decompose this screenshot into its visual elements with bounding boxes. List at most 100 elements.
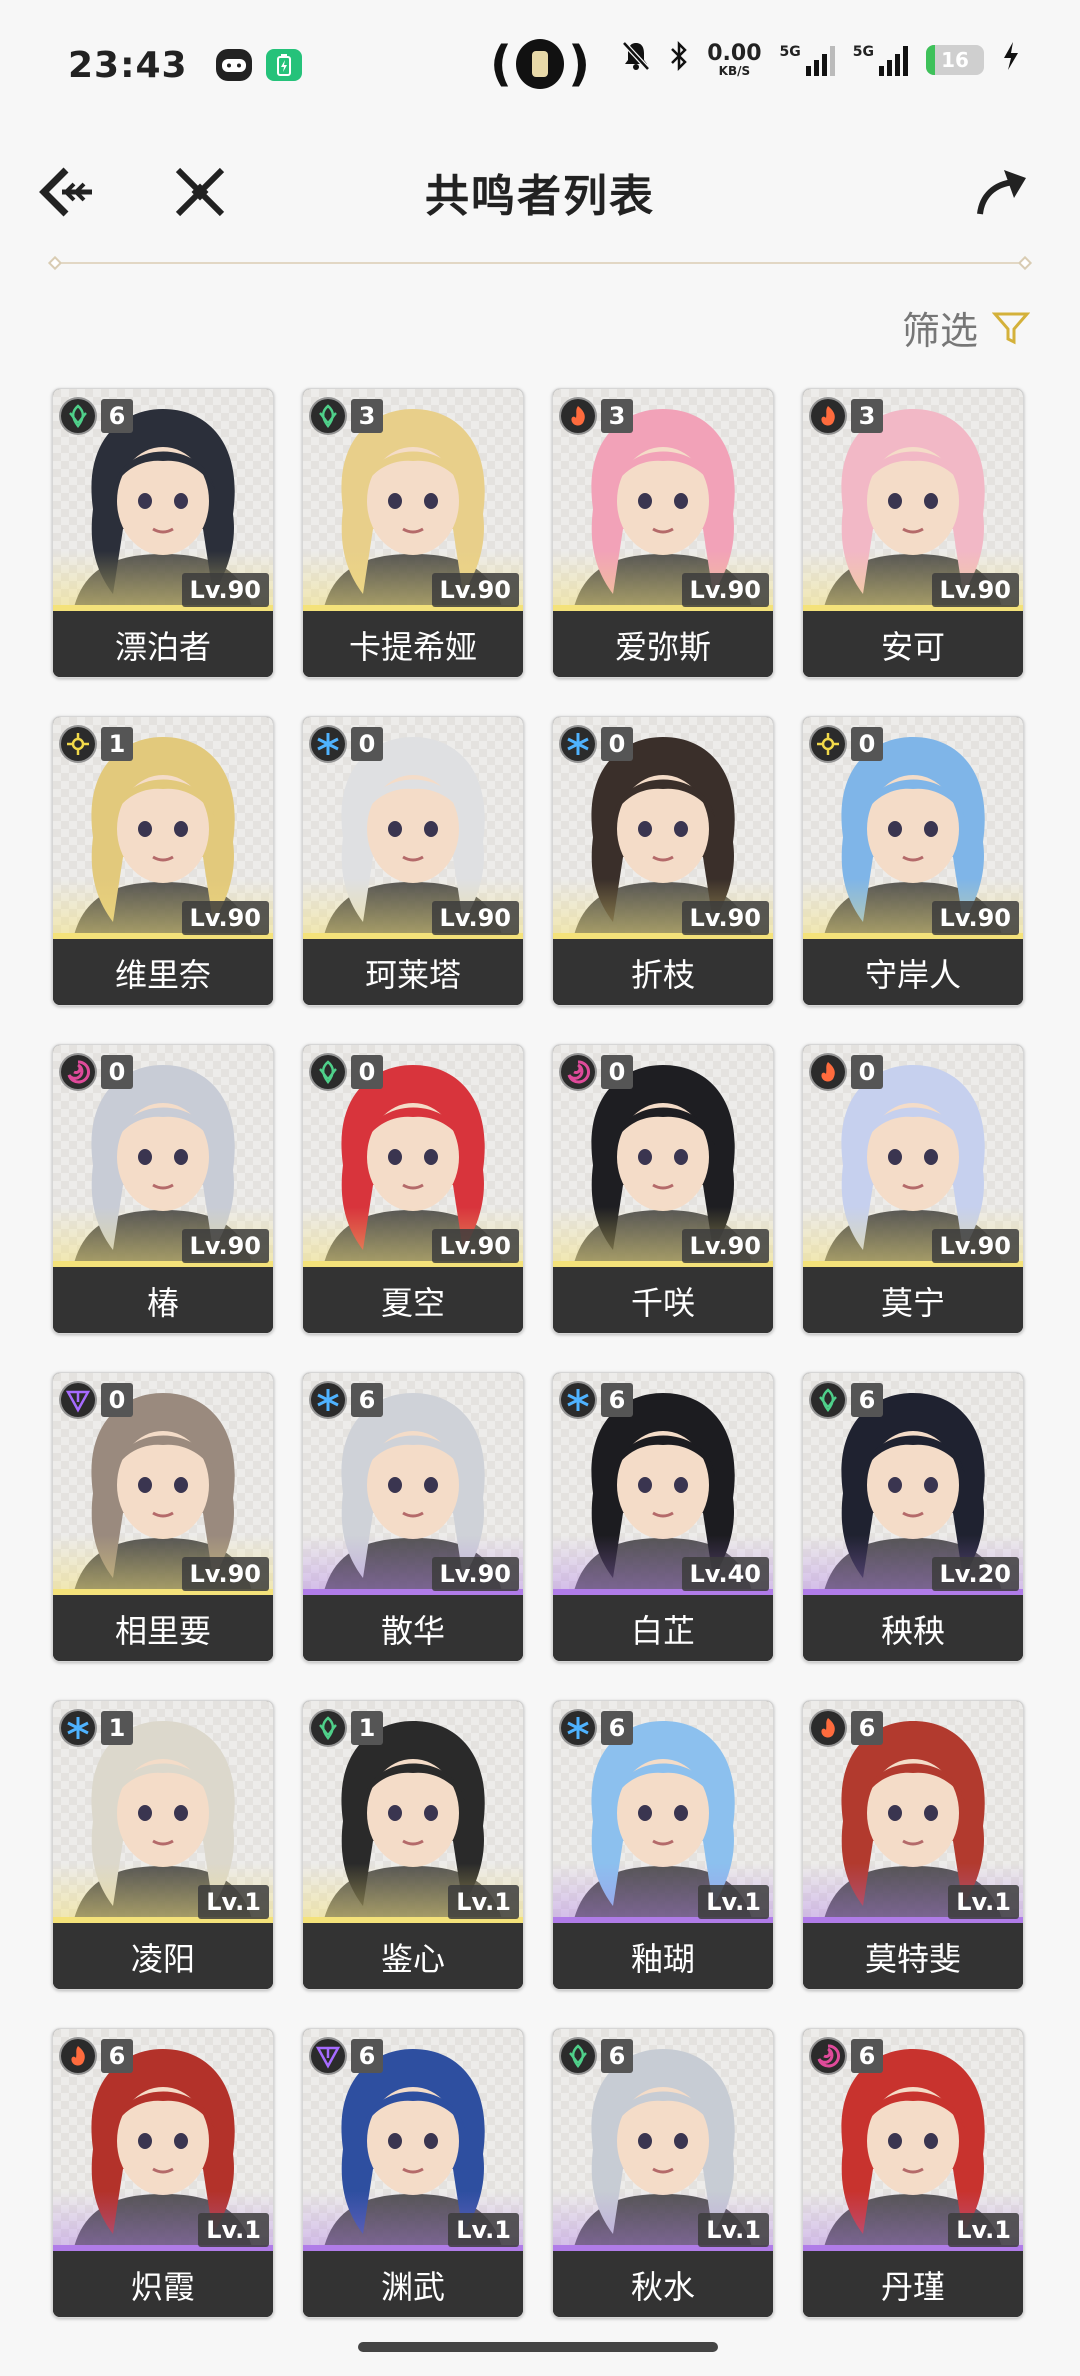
sequence-badge: 0	[101, 1055, 133, 1089]
character-name: 散华	[303, 1595, 523, 1661]
level-badge: Lv.90	[181, 1229, 269, 1263]
share-arrow-icon	[977, 170, 1026, 215]
electro-element-icon	[59, 1381, 97, 1419]
character-name: 维里奈	[53, 939, 273, 1005]
character-card[interactable]: 6 Lv.1 秋水	[552, 2028, 774, 2318]
character-card[interactable]: 3 Lv.90 卡提希娅	[302, 388, 524, 678]
character-card[interactable]: 3 Lv.90 安可	[802, 388, 1024, 678]
character-name: 折枝	[553, 939, 773, 1005]
character-name: 守岸人	[803, 939, 1023, 1005]
glacio-element-icon	[559, 1381, 597, 1419]
level-badge: Lv.1	[948, 2213, 1019, 2247]
flashlight-island[interactable]: ( )	[490, 34, 590, 94]
level-badge: Lv.20	[931, 1557, 1019, 1591]
net-speed-value: 0.00	[707, 41, 762, 66]
character-card[interactable]: 6 Lv.1 莫特斐	[802, 1700, 1024, 1990]
sequence-badge: 6	[601, 2039, 633, 2073]
character-name: 鉴心	[303, 1923, 523, 1989]
sequence-badge: 0	[851, 727, 883, 761]
charging-icon	[1002, 41, 1020, 79]
character-card[interactable]: 0 Lv.90 珂莱塔	[302, 716, 524, 1006]
flashlight-icon	[515, 39, 565, 89]
character-name: 莫宁	[803, 1267, 1023, 1333]
glacio-element-icon	[59, 1709, 97, 1747]
fusion-element-icon	[809, 1053, 847, 1091]
level-badge: Lv.1	[448, 2213, 519, 2247]
sequence-badge: 6	[851, 1383, 883, 1417]
character-card[interactable]: 6 Lv.90 散华	[302, 1372, 524, 1662]
sequence-badge: 3	[351, 399, 383, 433]
character-name: 爱弥斯	[553, 611, 773, 677]
fusion-element-icon	[809, 397, 847, 435]
character-card[interactable]: 6 Lv.1 炽霞	[52, 2028, 274, 2318]
glacio-element-icon	[309, 725, 347, 763]
character-card[interactable]: 6 Lv.1 釉瑚	[552, 1700, 774, 1990]
character-card[interactable]: 0 Lv.90 相里要	[52, 1372, 274, 1662]
character-card[interactable]: 0 Lv.90 守岸人	[802, 716, 1024, 1006]
signal-2-icon: 5G	[853, 44, 908, 76]
sequence-badge: 1	[351, 1711, 383, 1745]
level-badge: Lv.90	[431, 573, 519, 607]
character-card[interactable]: 0 Lv.90 千咲	[552, 1044, 774, 1334]
island-bracket-left: (	[490, 36, 512, 92]
character-name: 椿	[53, 1267, 273, 1333]
sequence-badge: 6	[351, 2039, 383, 2073]
status-time: 23:43	[68, 44, 188, 86]
character-card[interactable]: 6 Lv.1 渊武	[302, 2028, 524, 2318]
character-card[interactable]: 6 Lv.40 白芷	[552, 1372, 774, 1662]
sequence-badge: 0	[351, 727, 383, 761]
level-badge: Lv.1	[448, 1885, 519, 1919]
character-card[interactable]: 0 Lv.90 折枝	[552, 716, 774, 1006]
filter-button[interactable]: 筛选	[902, 300, 1030, 355]
share-button[interactable]	[970, 160, 1034, 224]
character-card[interactable]: 0 Lv.90 莫宁	[802, 1044, 1024, 1334]
level-badge: Lv.90	[431, 1557, 519, 1591]
sequence-badge: 0	[601, 727, 633, 761]
level-badge: Lv.1	[198, 2213, 269, 2247]
net-speed-unit: KB/S	[718, 64, 751, 78]
level-badge: Lv.1	[698, 1885, 769, 1919]
sequence-badge: 6	[101, 2039, 133, 2073]
character-name: 夏空	[303, 1267, 523, 1333]
aero-element-icon	[559, 2037, 597, 2075]
sequence-badge: 6	[101, 399, 133, 433]
sequence-badge: 6	[601, 1383, 633, 1417]
aero-element-icon	[309, 1709, 347, 1747]
character-card[interactable]: 0 Lv.90 夏空	[302, 1044, 524, 1334]
character-name: 相里要	[53, 1595, 273, 1661]
character-card[interactable]: 0 Lv.90 椿	[52, 1044, 274, 1334]
page-title: 共鸣者列表	[425, 171, 655, 222]
aero-element-icon	[809, 1381, 847, 1419]
sequence-badge: 3	[601, 399, 633, 433]
character-card[interactable]: 1 Lv.1 凌阳	[52, 1700, 274, 1990]
havoc-element-icon	[59, 1053, 97, 1091]
signal-1-label: 5G	[779, 44, 801, 60]
character-name: 渊武	[303, 2251, 523, 2317]
character-card[interactable]: 1 Lv.90 维里奈	[52, 716, 274, 1006]
filter-funnel-icon	[992, 312, 1030, 344]
fusion-element-icon	[559, 397, 597, 435]
level-badge: Lv.90	[681, 573, 769, 607]
level-badge: Lv.90	[431, 1229, 519, 1263]
fusion-element-icon	[809, 1709, 847, 1747]
home-indicator[interactable]	[358, 2342, 718, 2352]
header: 共鸣者列表	[0, 140, 1080, 240]
level-badge: Lv.90	[181, 573, 269, 607]
sequence-badge: 1	[101, 727, 133, 761]
battery-fill	[926, 45, 936, 75]
character-name: 珂莱塔	[303, 939, 523, 1005]
character-name: 凌阳	[53, 1923, 273, 1989]
net-speed: 0.00 KB/S	[707, 41, 762, 78]
character-card[interactable]: 1 Lv.1 鉴心	[302, 1700, 524, 1990]
character-name: 釉瑚	[553, 1923, 773, 1989]
bluetooth-icon	[669, 40, 689, 80]
game-assistant-icon	[215, 49, 252, 81]
character-card[interactable]: 6 Lv.90 漂泊者	[52, 388, 274, 678]
character-card[interactable]: 3 Lv.90 爱弥斯	[552, 388, 774, 678]
level-badge: Lv.1	[198, 1885, 269, 1919]
character-card[interactable]: 6 Lv.1 丹瑾	[802, 2028, 1024, 2318]
signal-2-label: 5G	[852, 44, 874, 60]
character-card[interactable]: 6 Lv.20 秧秧	[802, 1372, 1024, 1662]
mute-icon	[621, 40, 651, 80]
sequence-badge: 1	[101, 1711, 133, 1745]
